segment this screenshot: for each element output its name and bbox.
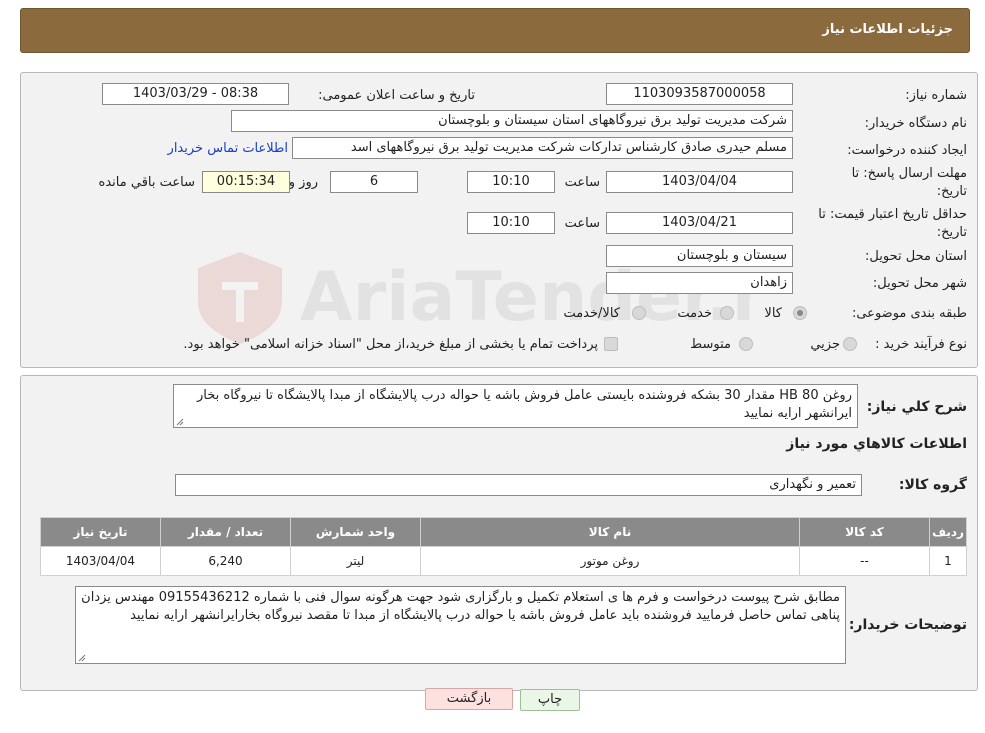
- payment-treasury-checkbox[interactable]: [604, 337, 618, 351]
- back-button[interactable]: بازگشت: [425, 688, 513, 710]
- cell-code: --: [799, 546, 930, 576]
- deadline-time-label: ساعت: [564, 175, 600, 190]
- cell-row: 1: [929, 546, 967, 576]
- page-title: جزئیات اطلاعات نیاز: [822, 22, 953, 37]
- category-radio-service[interactable]: [720, 306, 734, 320]
- summary-textbox: روغن HB 80 مقدار 30 بشکه فروشنده بایستی …: [173, 384, 858, 428]
- category-radio-goods[interactable]: [793, 306, 807, 320]
- need-number-label: شماره نیاز:: [905, 88, 967, 103]
- validity-label: حداقل تاریخ اعتبار قیمت: تا: [818, 207, 967, 222]
- category-radio-goods-service[interactable]: [632, 306, 646, 320]
- watermark-text: AriaTender.neT: [300, 258, 750, 337]
- goods-group-field: تعمیر و نگهداری: [175, 474, 862, 496]
- buyer-org-field: شرکت مدیریت تولید برق نیروگاههای استان س…: [231, 110, 793, 132]
- process-option-minor: جزیي: [810, 337, 840, 352]
- deadline-label-date: تاریخ:: [936, 184, 967, 199]
- city-label: شهر محل تحویل:: [872, 276, 967, 291]
- col-quantity: تعداد / مقدار: [160, 517, 291, 547]
- category-option-goods: کالا: [764, 306, 782, 321]
- summary-label: شرح کلي نياز:: [866, 399, 967, 415]
- goods-table: رديف کد کالا نام کالا واحد شمارش تعداد /…: [40, 517, 967, 576]
- process-radio-medium[interactable]: [739, 337, 753, 351]
- validity-time-field: 10:10: [467, 212, 555, 234]
- buyer-notes-textbox: مطابق شرح پیوست درخواست و فرم ها ی استعل…: [75, 586, 846, 664]
- category-option-goods-service: کالا/خدمت: [563, 306, 620, 321]
- cell-unit: لیتر: [290, 546, 421, 576]
- buyer-notes-label: توضیحات خریدار:: [848, 617, 967, 633]
- category-label: طبقه بندی موضوعی:: [851, 306, 967, 321]
- goods-table-header: رديف کد کالا نام کالا واحد شمارش تعداد /…: [40, 517, 967, 547]
- province-label: استان محل تحویل:: [865, 249, 967, 264]
- process-option-medium: متوسط: [690, 337, 731, 352]
- cell-name: روغن موتور: [420, 546, 800, 576]
- resize-handle-icon[interactable]: [78, 654, 86, 662]
- payment-note: پرداخت تمام یا بخشی از مبلغ خرید،از محل …: [183, 337, 598, 352]
- remaining-time-label: ساعت باقي مانده: [98, 175, 195, 190]
- page-header: جزئیات اطلاعات نیاز: [20, 8, 970, 53]
- remaining-time-field: 00:15:34: [202, 171, 290, 193]
- col-code: کد کالا: [799, 517, 930, 547]
- col-need-date: تاریخ نیاز: [40, 517, 161, 547]
- resize-handle-icon[interactable]: [176, 418, 184, 426]
- process-radio-minor[interactable]: [843, 337, 857, 351]
- announce-field: 1403/03/29 - 08:38: [102, 83, 289, 105]
- deadline-time-field: 10:10: [467, 171, 555, 193]
- col-name: نام کالا: [420, 517, 800, 547]
- creator-label: ایجاد کننده درخواست:: [847, 143, 967, 158]
- city-field: زاهدان: [606, 272, 793, 294]
- buyer-org-label: نام دستگاه خریدار:: [864, 116, 967, 131]
- col-unit: واحد شمارش: [290, 517, 421, 547]
- days-remaining-field: 6: [330, 171, 418, 193]
- process-type-label: نوع فرآیند خرید :: [875, 337, 967, 352]
- announce-label: تاریخ و ساعت اعلان عمومی:: [318, 88, 475, 103]
- creator-field: مسلم حیدری صادق کارشناس تدارکات شرکت مدی…: [292, 137, 793, 159]
- goods-section-title: اطلاعات کالاهاي مورد نياز: [786, 436, 967, 452]
- cell-quantity: 6,240: [160, 546, 291, 576]
- days-label: روز و: [288, 175, 318, 190]
- summary-text: روغن HB 80 مقدار 30 بشکه فروشنده بایستی …: [197, 388, 852, 421]
- print-button[interactable]: چاپ: [520, 689, 580, 711]
- buyer-contact-link[interactable]: اطلاعات تماس خریدار: [168, 141, 288, 156]
- validity-time-label: ساعت: [564, 216, 600, 231]
- validity-label-date: تاریخ:: [936, 225, 967, 240]
- col-row: رديف: [929, 517, 967, 547]
- need-number-field: 1103093587000058: [606, 83, 793, 105]
- province-field: سیستان و بلوچستان: [606, 245, 793, 267]
- category-option-service: خدمت: [677, 306, 712, 321]
- cell-need-date: 1403/04/04: [40, 546, 161, 576]
- buyer-notes-text: مطابق شرح پیوست درخواست و فرم ها ی استعل…: [81, 590, 840, 623]
- validity-date-field: 1403/04/21: [606, 212, 793, 234]
- goods-table-frame: رديف کد کالا نام کالا واحد شمارش تعداد /…: [40, 517, 967, 576]
- goods-group-label: گروه کالا:: [898, 477, 967, 493]
- deadline-date-field: 1403/04/04: [606, 171, 793, 193]
- deadline-label: مهلت ارسال پاسخ: تا: [851, 166, 967, 181]
- table-row: 1 -- روغن موتور لیتر 6,240 1403/04/04: [40, 546, 967, 576]
